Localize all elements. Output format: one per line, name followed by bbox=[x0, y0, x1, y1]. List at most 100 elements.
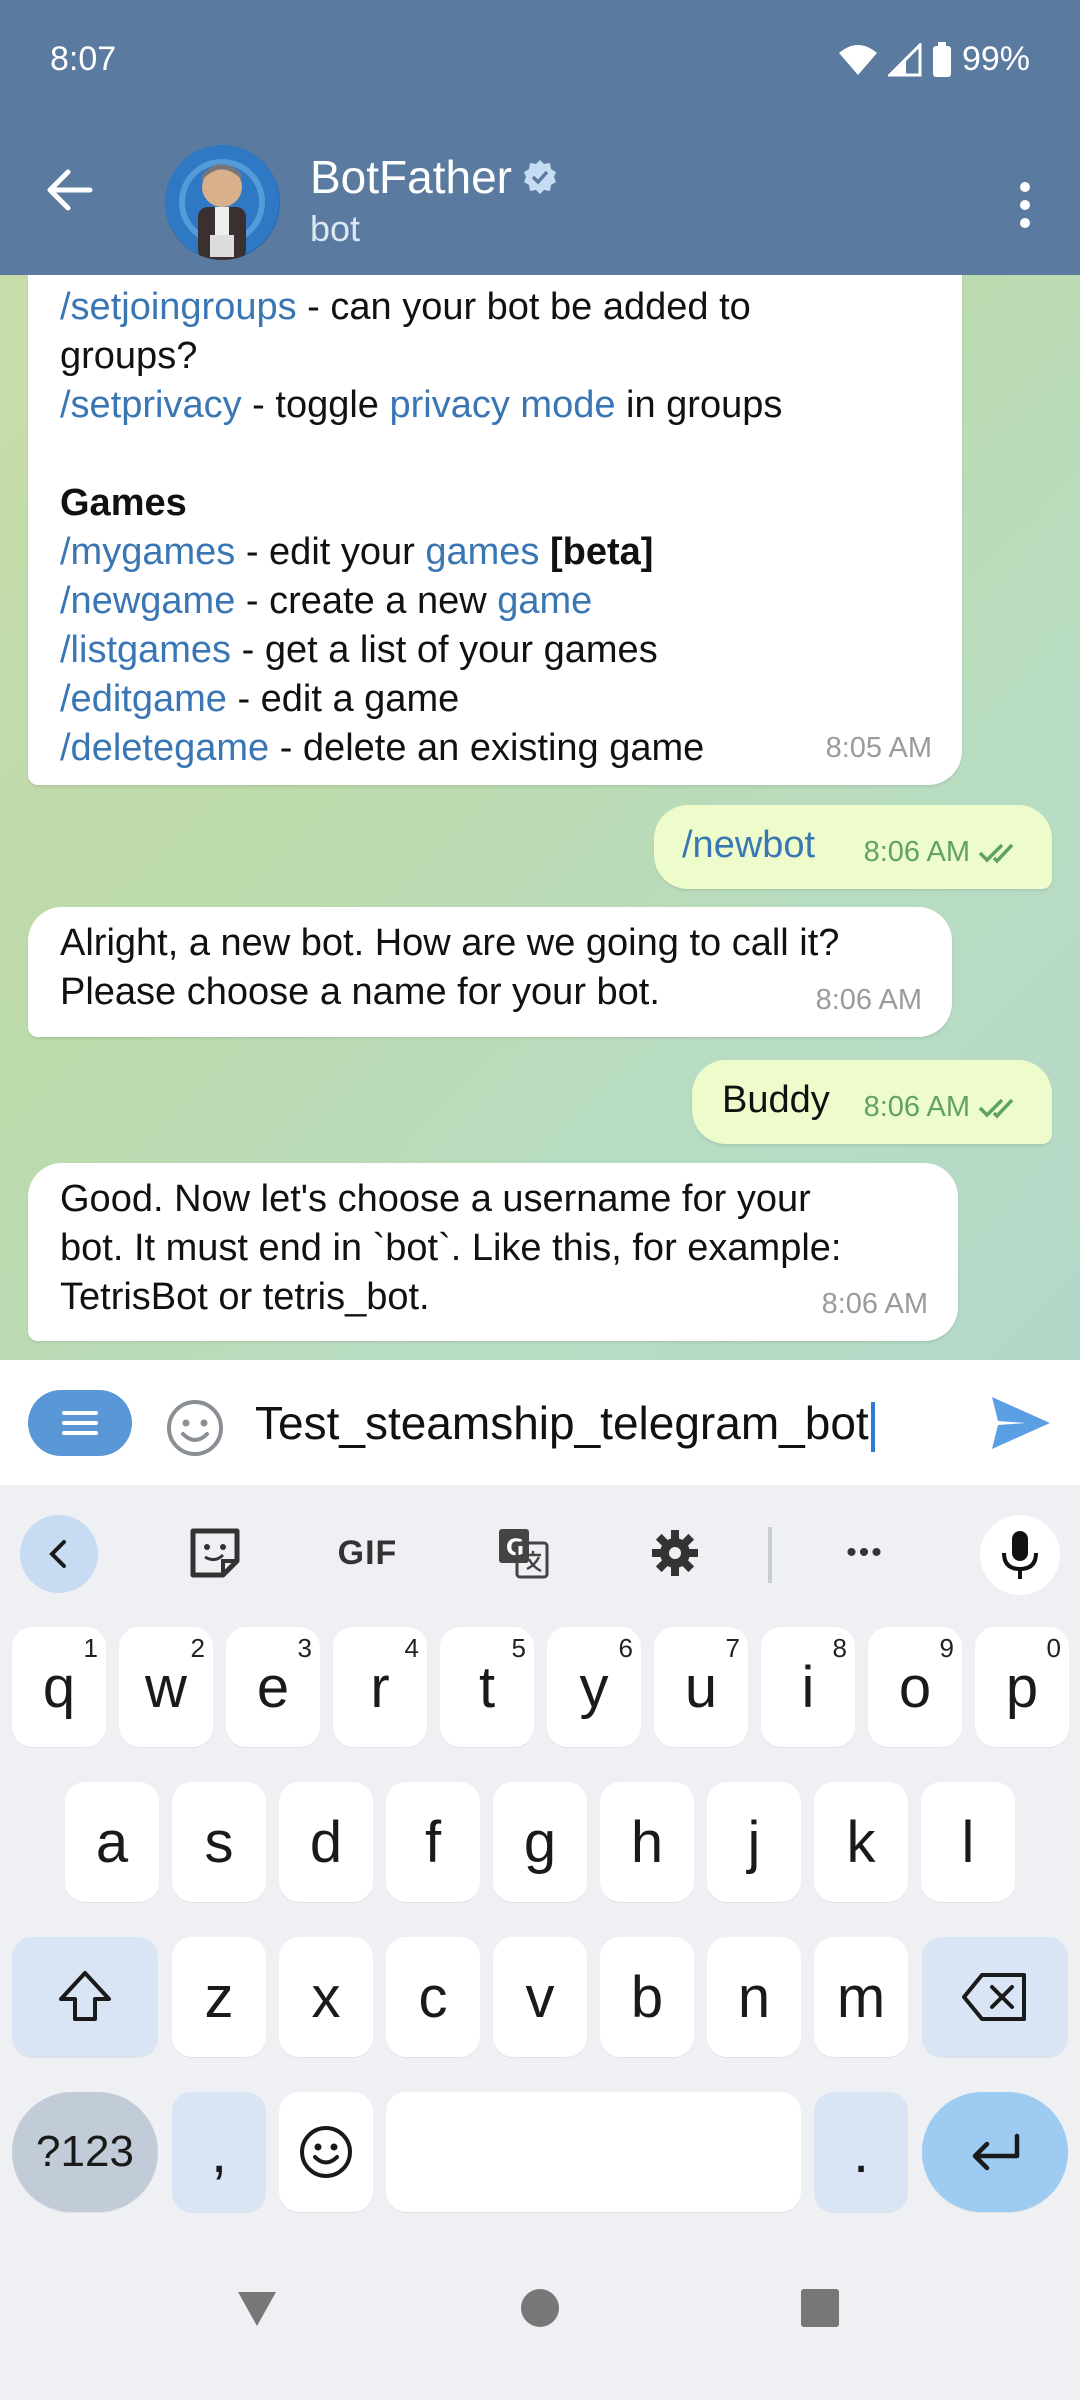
status-time: 8:07 bbox=[50, 40, 117, 78]
command-link[interactable]: /newbot bbox=[682, 824, 815, 866]
menu-icon bbox=[62, 1411, 98, 1435]
period-key[interactable]: . bbox=[814, 2092, 908, 2212]
key-k[interactable]: k bbox=[814, 1782, 908, 1902]
key-u[interactable]: u7 bbox=[654, 1627, 748, 1747]
command-link[interactable]: /listgames bbox=[60, 629, 231, 671]
key-m[interactable]: m bbox=[814, 1937, 908, 2057]
message-incoming[interactable]: /setjoingroups - can your bot be added t… bbox=[28, 275, 962, 785]
key-a[interactable]: a bbox=[65, 1782, 159, 1902]
key-v[interactable]: v bbox=[493, 1937, 587, 2057]
key-d[interactable]: d bbox=[279, 1782, 373, 1902]
command-link[interactable]: /mygames bbox=[60, 531, 235, 573]
key-label: t bbox=[478, 1654, 496, 1720]
command-link[interactable]: /newgame bbox=[60, 580, 235, 622]
message-incoming[interactable]: Alright, a new bot. How are we going to … bbox=[28, 907, 952, 1037]
message-outgoing[interactable]: Buddy 8:06 AM bbox=[692, 1060, 1052, 1144]
battery-percent: 99% bbox=[961, 40, 1030, 78]
text-line: Good. Now let's choose a username for yo… bbox=[60, 1178, 811, 1220]
composer: Test_steamship_telegram_bot bbox=[0, 1360, 1080, 1485]
key-x[interactable]: x bbox=[279, 1937, 373, 2057]
gif-button[interactable]: GIF bbox=[325, 1515, 410, 1591]
nav-home-icon[interactable] bbox=[520, 2288, 560, 2328]
command-link[interactable]: /setjoingroups bbox=[60, 286, 297, 328]
key-b[interactable]: b bbox=[600, 1937, 694, 2057]
key-w[interactable]: w2 bbox=[119, 1627, 213, 1747]
key-y[interactable]: y6 bbox=[547, 1627, 641, 1747]
emoji-icon[interactable] bbox=[165, 1398, 225, 1458]
enter-icon bbox=[972, 2133, 1020, 2171]
key-l[interactable]: l bbox=[921, 1782, 1015, 1902]
message-text: Good. Now let's choose a username for yo… bbox=[60, 1175, 928, 1322]
key-p[interactable]: p0 bbox=[975, 1627, 1069, 1747]
message-incoming[interactable]: Good. Now let's choose a username for yo… bbox=[28, 1163, 958, 1341]
more-vert-icon[interactable] bbox=[1010, 175, 1040, 235]
message-list[interactable]: /setjoingroups - can your bot be added t… bbox=[0, 275, 1080, 1360]
chevron-left-icon bbox=[49, 1540, 66, 1568]
key-hint: 2 bbox=[190, 1633, 205, 1663]
key-t[interactable]: t5 bbox=[440, 1627, 534, 1747]
key-label: o bbox=[898, 1654, 932, 1720]
link[interactable]: privacy mode bbox=[390, 384, 616, 426]
enter-key[interactable] bbox=[922, 2092, 1068, 2212]
translate-button[interactable]: G bbox=[488, 1515, 558, 1591]
key-hint: 7 bbox=[725, 1633, 740, 1663]
nav-recents-icon[interactable] bbox=[800, 2288, 840, 2328]
translate-icon: G bbox=[499, 1529, 549, 1579]
link[interactable]: game bbox=[497, 580, 592, 622]
key-o[interactable]: o9 bbox=[868, 1627, 962, 1747]
text-line: Please choose a name for your bot. bbox=[60, 971, 660, 1013]
bot-menu-button[interactable] bbox=[28, 1390, 132, 1456]
message-input[interactable]: Test_steamship_telegram_bot bbox=[255, 1390, 955, 1456]
key-n[interactable]: n bbox=[707, 1937, 801, 2057]
chat-subtitle: bot bbox=[310, 208, 361, 249]
battery-icon bbox=[932, 41, 951, 77]
key-g[interactable]: g bbox=[493, 1782, 587, 1902]
keyboard: GIF G ••• q1 w2 e3 r4 t5 y6 u7 i8 o9 p0 … bbox=[0, 1485, 1080, 2220]
key-h[interactable]: h bbox=[600, 1782, 694, 1902]
more-button[interactable]: ••• bbox=[830, 1515, 900, 1591]
key-e[interactable]: e3 bbox=[226, 1627, 320, 1747]
command-link[interactable]: /setprivacy bbox=[60, 384, 242, 426]
sticker-button[interactable] bbox=[180, 1515, 250, 1591]
chat-title[interactable]: BotFather bbox=[310, 150, 558, 204]
botfather-avatar-icon bbox=[165, 145, 279, 260]
nav-back-icon[interactable] bbox=[236, 2290, 278, 2328]
message-input-value: Test_steamship_telegram_bot bbox=[255, 1397, 869, 1449]
message-time: 8:06 AM bbox=[821, 1288, 928, 1320]
key-hint: 1 bbox=[83, 1633, 98, 1663]
space-key[interactable] bbox=[386, 2092, 801, 2212]
emoji-key[interactable] bbox=[279, 2092, 373, 2212]
voice-input-button[interactable] bbox=[980, 1515, 1060, 1595]
link[interactable]: games bbox=[425, 531, 539, 573]
command-link[interactable]: /editgame bbox=[60, 678, 227, 720]
message-outgoing[interactable]: /newbot 8:06 AM bbox=[654, 805, 1052, 889]
message-status: 8:06 AM bbox=[864, 1083, 1024, 1132]
back-arrow-icon[interactable] bbox=[40, 160, 100, 220]
message-text: Alright, a new bot. How are we going to … bbox=[60, 919, 922, 1017]
settings-button[interactable] bbox=[640, 1515, 710, 1591]
comma-key[interactable]: , bbox=[172, 2092, 266, 2212]
text: in groups bbox=[615, 384, 783, 426]
message-status: 8:06 AM bbox=[864, 828, 1024, 877]
key-s[interactable]: s bbox=[172, 1782, 266, 1902]
key-z[interactable]: z bbox=[172, 1937, 266, 2057]
text: - get a list of your games bbox=[231, 629, 658, 671]
avatar[interactable] bbox=[165, 145, 280, 260]
key-r[interactable]: r4 bbox=[333, 1627, 427, 1747]
symbols-key[interactable]: ?123 bbox=[12, 2092, 158, 2212]
key-i[interactable]: i8 bbox=[761, 1627, 855, 1747]
text: groups? bbox=[60, 335, 198, 377]
key-label: u bbox=[684, 1654, 718, 1720]
key-c[interactable]: c bbox=[386, 1937, 480, 2057]
keyboard-collapse-button[interactable] bbox=[20, 1515, 98, 1593]
command-link[interactable]: /deletegame bbox=[60, 727, 269, 769]
key-q[interactable]: q1 bbox=[12, 1627, 106, 1747]
section-heading: Games bbox=[60, 482, 187, 524]
toolbar-divider bbox=[768, 1527, 772, 1583]
send-icon[interactable] bbox=[990, 1395, 1052, 1451]
key-j[interactable]: j bbox=[707, 1782, 801, 1902]
backspace-key[interactable] bbox=[922, 1937, 1068, 2057]
message-text: Buddy bbox=[722, 1079, 830, 1121]
key-f[interactable]: f bbox=[386, 1782, 480, 1902]
shift-key[interactable] bbox=[12, 1937, 158, 2057]
